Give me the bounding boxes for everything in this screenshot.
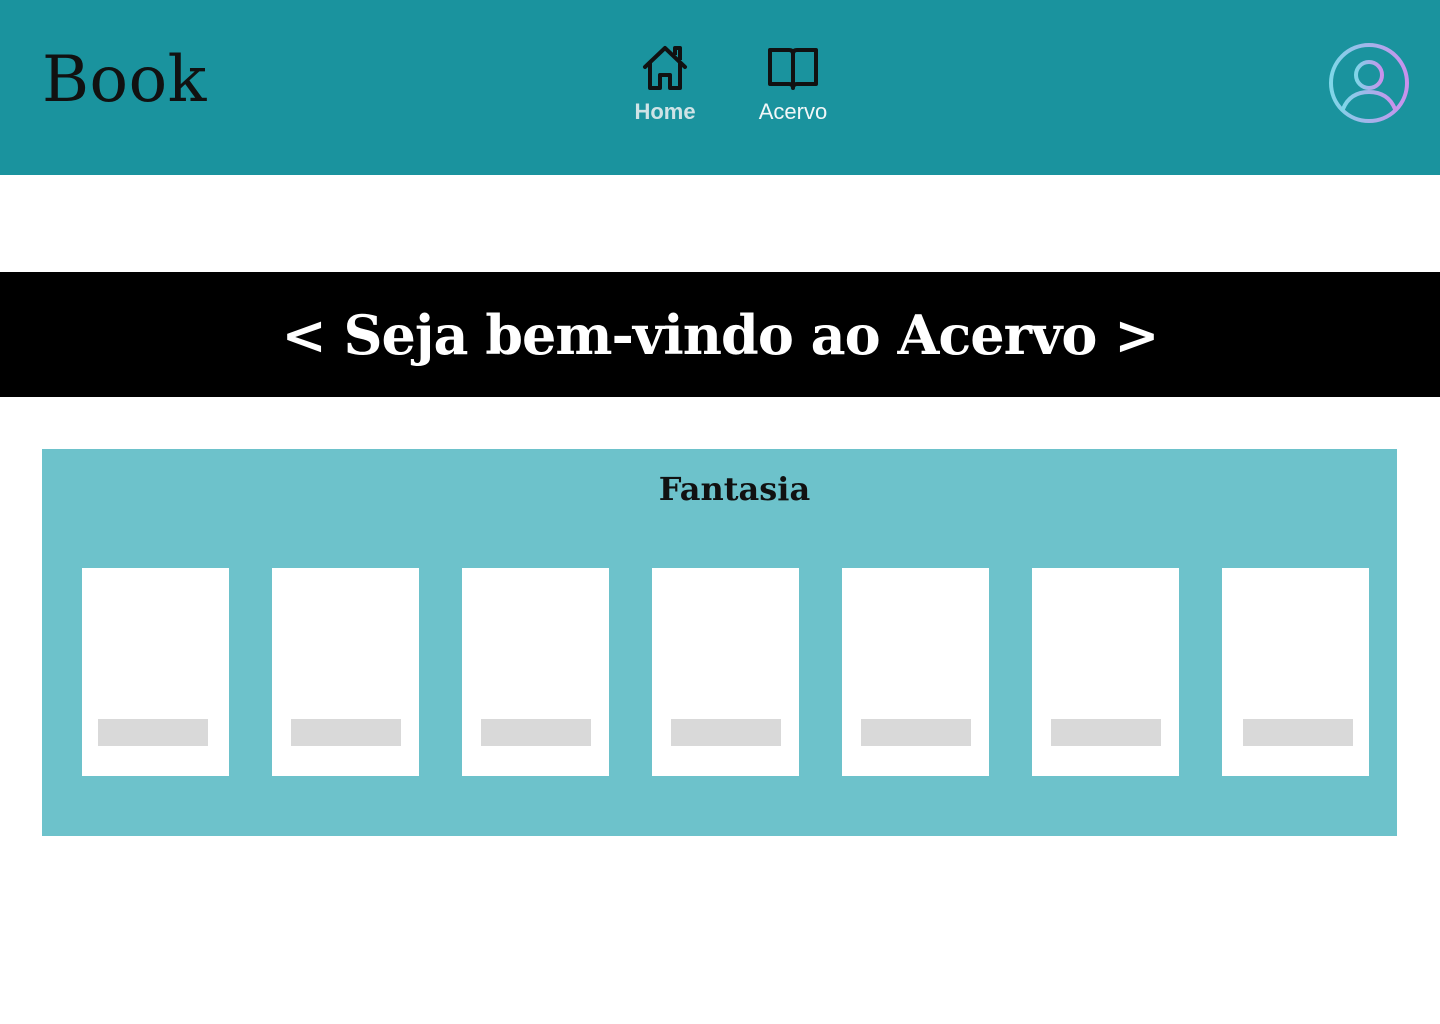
home-icon (637, 40, 693, 96)
book-title-placeholder (291, 719, 401, 746)
banner-title: < Seja bem-vindo ao Acervo > (281, 302, 1160, 367)
user-avatar-icon[interactable] (1328, 42, 1410, 124)
book-title-placeholder (671, 719, 781, 746)
category-section: Fantasia (42, 449, 1397, 836)
book-card[interactable] (462, 568, 609, 776)
open-book-icon (765, 40, 821, 96)
book-card[interactable] (272, 568, 419, 776)
book-card[interactable] (1032, 568, 1179, 776)
book-title-placeholder (481, 719, 591, 746)
book-title-placeholder (1243, 719, 1353, 746)
book-title-placeholder (861, 719, 971, 746)
nav-acervo[interactable]: Acervo (738, 40, 848, 135)
welcome-banner: < Seja bem-vindo ao Acervo > (0, 272, 1440, 397)
brand-logo[interactable]: Book (42, 40, 207, 120)
book-title-placeholder (98, 719, 208, 746)
book-card[interactable] (652, 568, 799, 776)
book-card[interactable] (842, 568, 989, 776)
nav-home[interactable]: Home (610, 40, 720, 135)
top-header: Book Home Acervo (0, 0, 1440, 175)
book-title-placeholder (1051, 719, 1161, 746)
book-card[interactable] (1222, 568, 1369, 776)
nav-acervo-label: Acervo (758, 99, 828, 124)
category-title: Fantasia (658, 470, 811, 508)
nav-home-label: Home (634, 99, 696, 124)
book-card[interactable] (82, 568, 229, 776)
